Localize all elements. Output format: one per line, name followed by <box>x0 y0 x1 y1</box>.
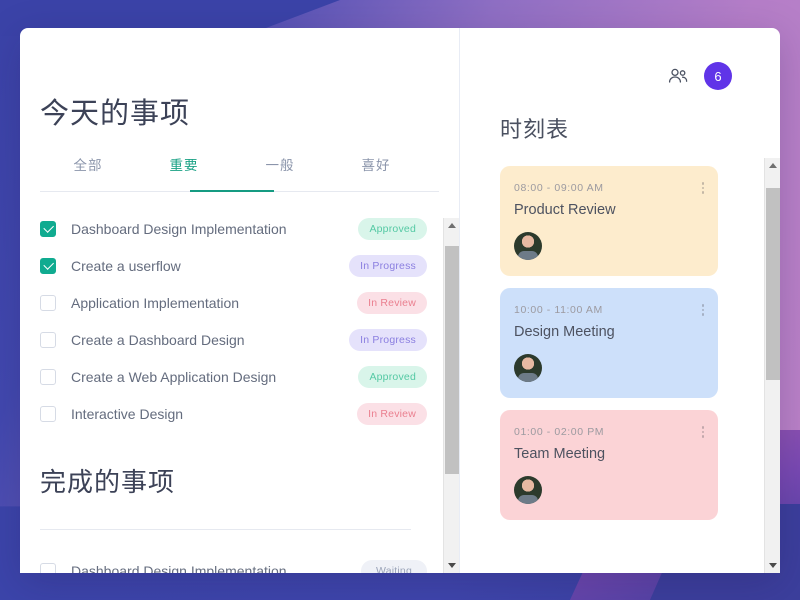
card-time: 01:00 - 02:00 PM <box>514 426 605 438</box>
left-scrollbar[interactable] <box>443 218 459 573</box>
card-title: Design Meeting <box>514 324 615 340</box>
card-time: 10:00 - 11:00 AM <box>514 304 603 316</box>
tasks-panel: 今天的事项 全部 重要 一般 喜好 Dashboard Design Imple… <box>20 28 460 573</box>
member-count-badge[interactable]: 6 <box>704 62 732 90</box>
tab-normal[interactable]: 一般 <box>232 154 328 192</box>
tab-all[interactable]: 全部 <box>40 154 136 192</box>
scroll-up-icon[interactable] <box>765 158 780 173</box>
tab-favorite[interactable]: 喜好 <box>328 154 424 192</box>
status-badge: In Review <box>357 402 427 425</box>
table-row[interactable]: Dashboard Design Implementation Waiting <box>40 552 431 573</box>
task-label: Create a Dashboard Design <box>71 331 245 348</box>
more-options-icon[interactable] <box>701 304 704 316</box>
task-checkbox[interactable] <box>40 368 56 385</box>
tab-important[interactable]: 重要 <box>136 154 232 192</box>
task-label: Dashboard Design Implementation <box>71 562 287 574</box>
tab-bar: 全部 重要 一般 喜好 <box>40 154 459 192</box>
list-item[interactable]: 10:00 - 11:00 AM Design Meeting <box>500 288 718 398</box>
task-checkbox[interactable] <box>40 562 56 573</box>
status-badge: In Progress <box>349 328 427 351</box>
task-label: Application Implementation <box>71 294 240 311</box>
status-badge: In Review <box>357 291 427 314</box>
app-window: 今天的事项 全部 重要 一般 喜好 Dashboard Design Imple… <box>20 28 780 573</box>
status-badge: Waiting <box>361 559 427 573</box>
status-badge: Approved <box>358 217 427 240</box>
more-options-icon[interactable] <box>701 426 704 438</box>
schedule-title: 时刻表 <box>500 117 570 142</box>
table-row[interactable]: Create a Dashboard Design In Progress <box>40 321 431 358</box>
list-item[interactable]: 01:00 - 02:00 PM Team Meeting <box>500 410 718 520</box>
scroll-down-icon[interactable] <box>444 558 460 573</box>
scroll-down-icon[interactable] <box>765 558 780 573</box>
card-title: Product Review <box>514 202 616 218</box>
task-checkbox[interactable] <box>40 220 56 237</box>
completed-task-list: Dashboard Design Implementation Waiting <box>40 530 431 573</box>
avatar <box>514 476 542 504</box>
status-badge: In Progress <box>349 254 427 277</box>
task-label: Create a userflow <box>71 257 181 274</box>
scroll-up-icon[interactable] <box>444 218 460 233</box>
page-title: 今天的事项 <box>40 98 191 130</box>
more-options-icon[interactable] <box>701 182 704 194</box>
table-row[interactable]: Create a Web Application Design Approved <box>40 358 431 395</box>
table-row[interactable]: Application Implementation In Review <box>40 284 431 321</box>
today-task-list: Dashboard Design Implementation Approved… <box>40 192 431 432</box>
schedule-header: 6 <box>460 28 780 90</box>
task-checkbox[interactable] <box>40 405 56 422</box>
task-checkbox[interactable] <box>40 331 56 348</box>
task-checkbox[interactable] <box>40 257 56 274</box>
status-badge: Approved <box>358 365 427 388</box>
schedule-panel: 6 时刻表 08:00 - 09:00 AM Product Review 10… <box>460 28 780 573</box>
table-row[interactable]: Interactive Design In Review <box>40 395 431 432</box>
completed-section-title: 完成的事项 <box>40 467 176 497</box>
avatar <box>514 354 542 382</box>
task-scroll-area: Dashboard Design Implementation Approved… <box>40 192 459 573</box>
right-scrollbar[interactable] <box>764 158 780 573</box>
schedule-card-list: 08:00 - 09:00 AM Product Review 10:00 - … <box>460 144 780 520</box>
list-item[interactable]: 08:00 - 09:00 AM Product Review <box>500 166 718 276</box>
card-time: 08:00 - 09:00 AM <box>514 182 604 194</box>
tasks-panel-inner: 今天的事项 全部 重要 一般 喜好 Dashboard Design Imple… <box>20 28 459 573</box>
people-group-icon[interactable] <box>668 68 688 84</box>
task-label: Create a Web Application Design <box>71 368 277 385</box>
task-checkbox[interactable] <box>40 294 56 311</box>
scrollbar-thumb[interactable] <box>766 188 780 380</box>
scrollbar-thumb[interactable] <box>445 246 459 474</box>
task-label: Dashboard Design Implementation <box>71 220 287 237</box>
table-row[interactable]: Create a userflow In Progress <box>40 247 431 284</box>
avatar <box>514 232 542 260</box>
task-label: Interactive Design <box>71 405 184 422</box>
card-title: Team Meeting <box>514 446 606 462</box>
table-row[interactable]: Dashboard Design Implementation Approved <box>40 210 431 247</box>
